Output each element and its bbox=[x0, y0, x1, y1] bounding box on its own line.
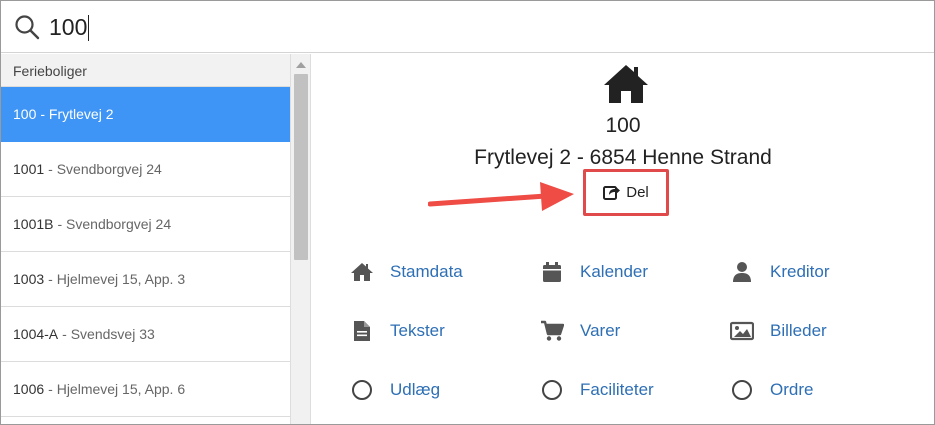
cart-icon bbox=[540, 319, 564, 343]
home-icon bbox=[350, 260, 374, 284]
property-number: 100 bbox=[605, 114, 641, 137]
item-address: - Hjelmevej 15, App. 3 bbox=[48, 271, 186, 287]
item-number: 1001 bbox=[13, 161, 45, 177]
circle-icon bbox=[350, 378, 374, 402]
nav-kreditor-label: Kreditor bbox=[770, 262, 830, 281]
nav-kalender[interactable]: Kalender bbox=[540, 260, 648, 284]
nav-billeder-label: Billeder bbox=[770, 321, 827, 340]
list-item[interactable]: 1003 - Hjelmevej 15, App. 3 bbox=[1, 252, 290, 307]
list-header: Ferieboliger bbox=[1, 54, 290, 87]
list-item[interactable]: 1004-A - Svendsvej 33 bbox=[1, 307, 290, 362]
nav-kreditor[interactable]: Kreditor bbox=[730, 260, 830, 284]
item-address: - Svendborgvej 24 bbox=[48, 161, 162, 177]
nav-billeder[interactable]: Billeder bbox=[730, 319, 827, 343]
home-icon bbox=[604, 65, 648, 103]
share-button[interactable]: Del bbox=[592, 179, 660, 205]
list-item[interactable]: 1001B - Svendborgvej 24 bbox=[1, 197, 290, 252]
person-icon bbox=[730, 260, 754, 284]
scroll-thumb[interactable] bbox=[294, 74, 308, 260]
list-item[interactable]: 100 - Frytlevej 2 bbox=[1, 87, 290, 142]
text-caret bbox=[88, 15, 89, 41]
nav-tekster[interactable]: Tekster bbox=[350, 319, 445, 343]
calendar-icon bbox=[540, 260, 564, 284]
document-icon bbox=[350, 319, 374, 343]
list-item[interactable]: 1001 - Svendborgvej 24 bbox=[1, 142, 290, 197]
item-address: - Hjelmevej 15, App. 6 bbox=[48, 381, 186, 397]
item-number: 1004-A bbox=[13, 326, 59, 342]
item-number: 1001B bbox=[13, 216, 54, 232]
nav-kalender-label: Kalender bbox=[580, 262, 649, 281]
item-address: - Frytlevej 2 bbox=[40, 106, 114, 122]
scroll-up-arrow-icon[interactable] bbox=[296, 62, 306, 68]
list-scrollbar[interactable] bbox=[291, 54, 311, 424]
property-list: Ferieboliger 100 - Frytlevej 2 1001 - Sv… bbox=[1, 54, 291, 424]
search-icon[interactable] bbox=[14, 14, 40, 40]
share-label: Del bbox=[626, 183, 649, 201]
nav-ordre-label: Ordre bbox=[770, 380, 814, 399]
circle-icon bbox=[540, 378, 564, 402]
nav-faciliteter-label: Faciliteter bbox=[580, 380, 654, 399]
nav-ordre[interactable]: Ordre bbox=[730, 378, 813, 402]
item-number: 1003 bbox=[13, 271, 45, 287]
nav-stamdata-label: Stamdata bbox=[390, 262, 463, 281]
nav-tekster-label: Tekster bbox=[390, 321, 445, 340]
item-number: 1006 bbox=[13, 381, 45, 397]
item-address: - Svendborgvej 24 bbox=[57, 216, 172, 232]
search-bar bbox=[1, 1, 934, 53]
item-address: - Svendsvej 33 bbox=[62, 326, 155, 342]
item-number: 100 bbox=[13, 106, 37, 122]
pointer-arrow-icon bbox=[428, 182, 574, 211]
search-input[interactable] bbox=[49, 11, 649, 43]
property-detail: 100 Frytlevej 2 - 6854 Henne Strand Del … bbox=[312, 54, 934, 424]
list-item[interactable]: 1006 - Hjelmevej 15, App. 6 bbox=[1, 362, 290, 417]
nav-udlaeg-label: Udlæg bbox=[390, 380, 441, 399]
nav-varer[interactable]: Varer bbox=[540, 319, 620, 343]
circle-icon bbox=[730, 378, 754, 402]
share-icon bbox=[603, 186, 621, 200]
nav-faciliteter[interactable]: Faciliteter bbox=[540, 378, 654, 402]
nav-stamdata[interactable]: Stamdata bbox=[350, 260, 463, 284]
property-address: Frytlevej 2 - 6854 Henne Strand bbox=[474, 146, 772, 169]
nav-udlaeg[interactable]: Udlæg bbox=[350, 378, 440, 402]
image-icon bbox=[730, 319, 754, 343]
nav-varer-label: Varer bbox=[580, 321, 621, 340]
